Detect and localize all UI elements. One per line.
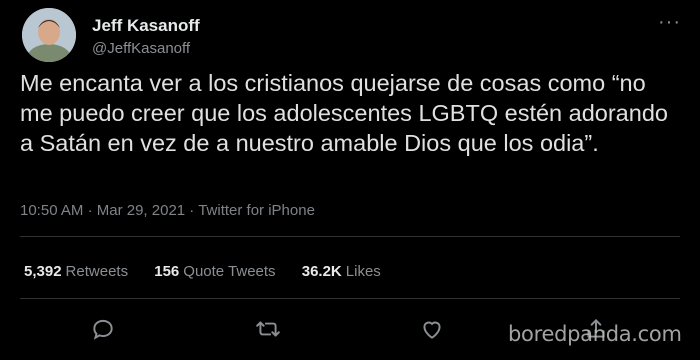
- watermark: boredpanda.com: [508, 322, 682, 346]
- divider: [20, 298, 680, 299]
- meta-separator: ·: [87, 202, 93, 219]
- divider: [20, 236, 680, 237]
- retweets-count: 5,392: [24, 263, 62, 280]
- retweets-label: Retweets: [65, 263, 129, 280]
- reply-icon[interactable]: [90, 316, 116, 342]
- meta-separator: ·: [189, 202, 195, 219]
- retweet-icon[interactable]: [255, 316, 281, 342]
- avatar-photo: [22, 8, 76, 62]
- tweet-stats: 5,392 Retweets 156 Quote Tweets 36.2K Likes: [24, 263, 403, 280]
- retweets-stat[interactable]: 5,392 Retweets: [24, 263, 128, 280]
- likes-label: Likes: [345, 263, 381, 280]
- author-name[interactable]: Jeff Kasanoff: [92, 16, 200, 36]
- like-icon[interactable]: [419, 316, 445, 342]
- avatar[interactable]: [22, 8, 76, 62]
- tweet-header: Jeff Kasanoff @JeffKasanoff ···: [22, 8, 682, 68]
- quote-tweets-label: Quote Tweets: [183, 263, 276, 280]
- likes-stat[interactable]: 36.2K Likes: [302, 263, 381, 280]
- tweet-text: Me encanta ver a los cristianos quejarse…: [20, 70, 668, 156]
- likes-count: 36.2K: [301, 263, 342, 280]
- more-options-icon[interactable]: ···: [658, 12, 682, 36]
- quote-tweets-stat[interactable]: 156 Quote Tweets: [154, 263, 275, 280]
- tweet-source[interactable]: Twitter for iPhone: [198, 202, 315, 219]
- tweet-date[interactable]: Mar 29, 2021: [97, 202, 185, 219]
- tweet-meta: 10:50 AM · Mar 29, 2021 · Twitter for iP…: [20, 202, 315, 219]
- quote-tweets-count: 156: [154, 263, 180, 280]
- tweet-time[interactable]: 10:50 AM: [20, 202, 83, 219]
- author-handle[interactable]: @JeffKasanoff: [92, 40, 190, 57]
